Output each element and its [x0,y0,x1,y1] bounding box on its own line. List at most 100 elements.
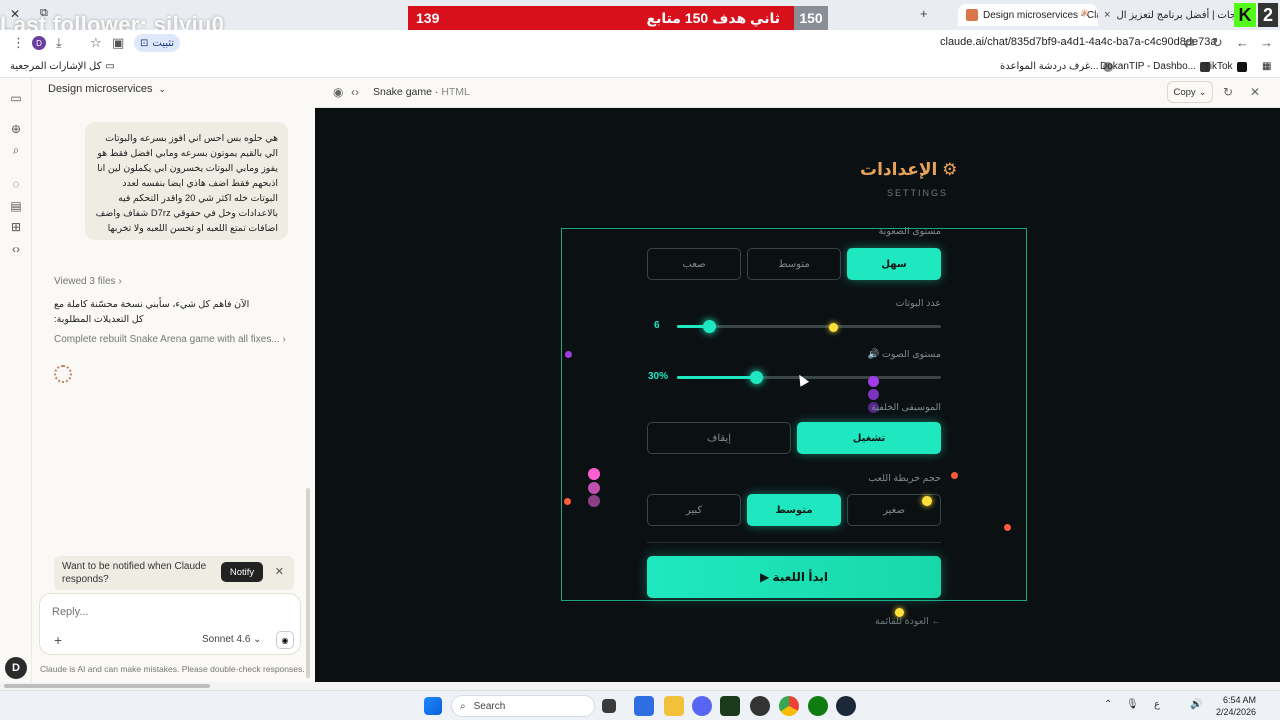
reload-icon[interactable]: ↻ [1212,35,1223,51]
bots-label: عدد البوتات [895,298,941,309]
back-arrow-icon[interactable]: ← [1236,35,1249,50]
app-icon[interactable] [750,696,770,716]
claude-icon [966,9,978,21]
snake-head [868,376,879,387]
app-icon[interactable] [692,696,712,716]
windows-taskbar: ⌕ Search ⌃ 🎙 ع 🔊 6:54 AM 2/24/2026 [0,690,1280,720]
steam-icon[interactable] [836,696,856,716]
code-icon[interactable]: ‹› [8,241,24,257]
chevron-up-icon[interactable]: ⌃ [1104,699,1112,710]
map-large-button[interactable]: كبير [647,494,741,526]
clock[interactable]: 6:54 AM 2/24/2026 [1216,694,1256,718]
assistant-message: الآن فاهم كل شيء، سأبني نسخة محسّنة كامل… [54,299,250,325]
divider [647,542,941,543]
chat-panel: Design microservices ⌄ هي حلوه بس احس ان… [32,78,314,682]
bookmark-dating-rooms[interactable]: غرف دردشة المواعدة... [1000,61,1113,72]
model-selector[interactable]: Sonnet 4.6 ⌄ [202,634,262,645]
menu-dots-icon[interactable]: ⋮ [12,35,25,51]
tab-widgets[interactable]: × الويدجات | أفضل برنامج لتعزيز ال [1104,4,1234,26]
claude-favicon: ✳ [1080,8,1090,20]
projects-icon[interactable]: ▤ [8,198,24,214]
music-label: الموسيقى الخلفية [871,402,941,413]
horizontal-scrollbar[interactable] [0,682,1280,690]
site-settings-icon[interactable]: ⇄ [1184,35,1195,51]
kick-count: 2 [1258,3,1278,27]
bots-slider-thumb[interactable] [703,320,716,333]
goal-text: ثاني هدف 150 متابع [646,9,781,26]
tab-design-microservices[interactable]: Design microservices - Clau × [958,4,1098,26]
folder-icon: ▭ [105,61,115,72]
bookmark-star-icon[interactable]: ☆ [90,35,102,51]
extension-icon[interactable]: ▣ [112,35,124,51]
task-view-icon[interactable] [602,699,616,713]
bookmark-dokantip[interactable]: DokanTIP - Dashbo... [1100,61,1210,72]
windows-start-icon[interactable] [424,697,442,715]
file-explorer-icon[interactable] [664,696,684,716]
difficulty-label: مستوى الصعوبة [878,226,941,237]
copy-button[interactable]: Copy ⌄ [1167,81,1213,103]
all-bookmarks[interactable]: كل الإشارات المرجعية ▭ [10,61,115,72]
chrome-icon[interactable] [779,696,799,716]
address-bar: ⋮ D ⤓ ☆ ▣ ⊡ تثبيت claude.ai/chat/835d7bf9… [0,30,1280,56]
app-icon[interactable] [634,696,654,716]
microphone-icon[interactable]: 🎙 [1126,699,1139,710]
chats-icon[interactable]: ◌ [8,176,24,192]
back-to-menu-link[interactable]: ← العودة للقائمة [875,616,941,627]
download-icon[interactable]: ⤓ [56,35,62,51]
new-tab-icon[interactable]: + [920,6,928,21]
difficulty-easy-button[interactable]: سهل [847,248,941,280]
add-attachment-icon[interactable]: + [54,632,62,648]
install-app-button[interactable]: ⊡ تثبيت [134,34,181,52]
reply-input[interactable] [52,604,252,620]
new-chat-icon[interactable]: ⊕ [8,121,24,137]
viewed-files-toggle[interactable]: Viewed 3 files › [54,276,122,287]
volume-label: مستوى الصوت 🔊 [867,349,941,360]
close-tab-icon[interactable]: × [1104,9,1110,21]
artifact-type: HTML [441,86,470,98]
chevron-down-icon: ⌄ [1198,86,1207,98]
refresh-icon[interactable]: ↻ [1223,85,1233,99]
claude-app: ▭ ⊕ ⌕ ◌ ▤ ⊞ ‹› D Design microservices ⌄ … [0,78,1280,682]
artifact-panel: ◉ ‹› Snake game · HTML Copy ⌄ ↻ ✕ ⚙ الإعد… [315,78,1280,682]
sidebar-toggle-icon[interactable]: ▭ [8,90,24,106]
bookmarks-bar: كل الإشارات المرجعية ▭ غرف دردشة المواعد… [0,56,1280,78]
snake-body [868,389,879,400]
music-off-button[interactable]: إيقاف [647,422,791,454]
volume-slider-thumb[interactable] [750,371,763,384]
voice-mode-icon[interactable]: ◉ [276,631,294,649]
apps-grid-icon[interactable]: ▦ [1262,61,1271,72]
chat-title-dropdown[interactable]: Design microservices ⌄ [48,83,166,95]
search-icon[interactable]: ⌕ [8,142,24,158]
close-icon[interactable]: ✕ [1250,85,1260,99]
artifact-link[interactable]: Complete rebuilt Snake Arena game with a… [54,334,286,345]
bots-slider-track[interactable] [677,325,941,328]
notify-button[interactable]: Notify [221,562,263,582]
music-on-button[interactable]: تشغيل [797,422,941,454]
user-message: هي حلوه بس احس اني افوز بسرعه والبوتات ا… [85,122,288,240]
profile-avatar[interactable]: D [32,36,46,50]
taskbar-search[interactable]: ⌕ Search [451,695,595,717]
preview-eye-icon[interactable]: ◉ [333,85,343,99]
url-field[interactable]: claude.ai/chat/835d7bf9-a4d1-4a4c-ba7a-c… [940,36,1216,48]
xbox-icon[interactable] [808,696,828,716]
reply-composer: + Sonnet 4.6 ⌄ ◉ [39,593,301,655]
difficulty-medium-button[interactable]: متوسط [747,248,841,280]
code-view-icon[interactable]: ‹› [351,85,359,99]
start-game-button[interactable]: ابدأ اللعبة ▶ [647,556,941,598]
user-avatar[interactable]: D [5,657,27,679]
difficulty-hard-button[interactable]: صعب [647,248,741,280]
artifacts-icon[interactable]: ⊞ [8,219,24,235]
volume-value: 30% [648,371,669,382]
install-icon: ⊡ [140,37,149,49]
map-medium-button[interactable]: متوسط [747,494,841,526]
language-indicator[interactable]: ع [1154,699,1160,710]
chevron-right-icon: › [118,276,122,287]
forward-arrow-icon[interactable]: → [1260,35,1273,50]
volume-icon[interactable]: 🔊 [1190,699,1202,710]
bookmark-tiktok[interactable]: TikTok [1204,61,1247,72]
follower-goal-bar: 139 ثاني هدف 150 متابع 150 [408,6,828,30]
goal-current-count: 139 [416,10,440,26]
chat-scrollbar[interactable] [306,488,310,678]
close-icon[interactable]: ✕ [275,565,284,578]
app-icon[interactable] [720,696,740,716]
